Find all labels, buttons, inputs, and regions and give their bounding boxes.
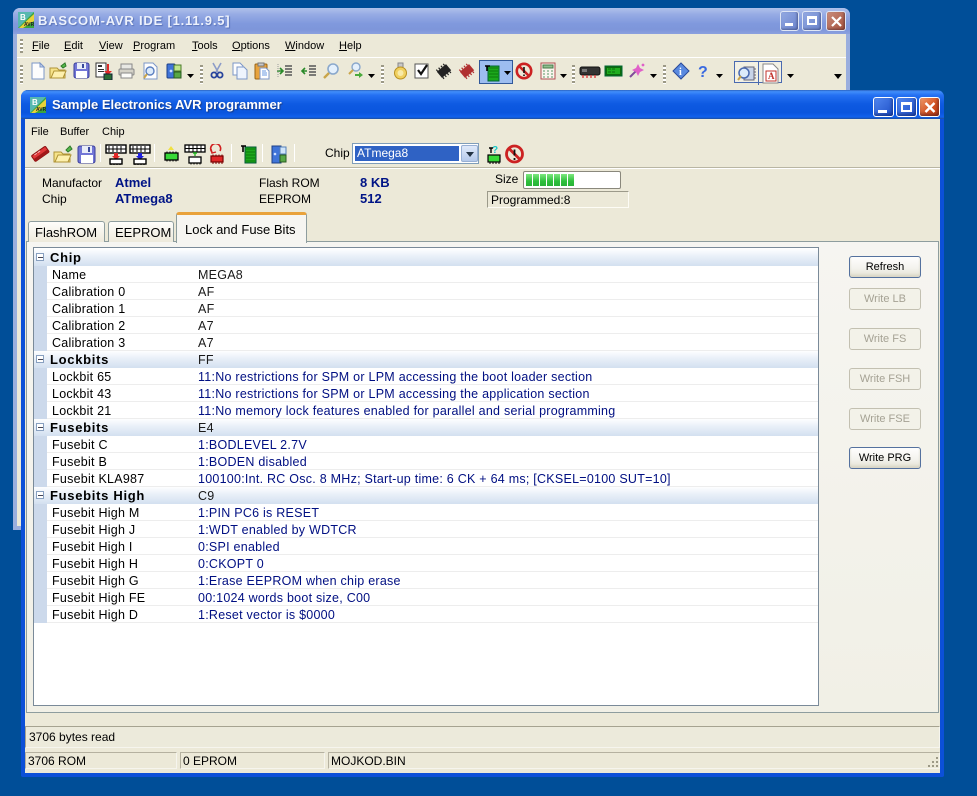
svg-text:A: A [768, 71, 775, 81]
svg-text:?: ? [698, 64, 708, 80]
svg-text:i: i [679, 67, 682, 78]
svg-text:AVR: AVR [36, 107, 46, 113]
svg-text:B: B [20, 13, 26, 22]
svg-text:AVR: AVR [24, 22, 34, 28]
svg-text:B: B [32, 98, 38, 107]
svg-text:?: ? [492, 145, 498, 156]
